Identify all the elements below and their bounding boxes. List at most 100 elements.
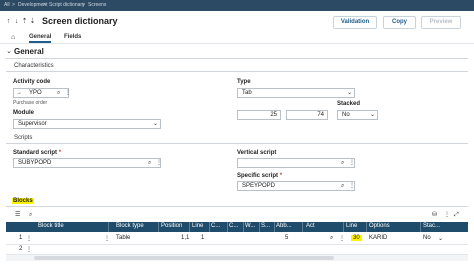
module-value: Supervisor xyxy=(18,121,47,127)
collapse-chevron-icon[interactable]: ⌄ xyxy=(6,47,12,56)
activity-code-label: Activity code xyxy=(13,79,51,85)
breadcrumb-item-script-dictionary[interactable]: Script dictionary xyxy=(49,2,85,8)
more-icon[interactable]: ⋮ xyxy=(444,211,450,219)
row-more-icon[interactable]: ⋮ xyxy=(104,235,110,242)
scrollbar-thumb[interactable] xyxy=(34,256,334,260)
block-type-cell[interactable]: Table xyxy=(116,235,130,241)
activity-code-value: YPO xyxy=(29,90,42,96)
col-separator xyxy=(227,222,228,232)
line2-cell[interactable]: 30 xyxy=(351,235,362,241)
chevron-down-icon[interactable]: ⌄ xyxy=(438,235,443,242)
title-bar: ↑ ↓ ⇡ ⇣ Screen dictionary Validation Cop… xyxy=(0,11,474,33)
database-icon[interactable]: ⛁ xyxy=(432,211,437,219)
col-position[interactable]: Position xyxy=(161,223,182,229)
s-cell[interactable]: 5 xyxy=(285,235,288,241)
row-number: 1 xyxy=(19,235,23,241)
last-record-icon[interactable]: ⇣ xyxy=(29,17,36,26)
more-icon[interactable]: ⋮ xyxy=(156,159,162,167)
col-w[interactable]: W... xyxy=(245,223,255,229)
table-row[interactable]: 2 ⋮ xyxy=(6,245,468,255)
col-s[interactable]: S... xyxy=(261,223,270,229)
next-icon[interactable]: ↓ xyxy=(13,17,20,26)
options-cell[interactable]: KARID xyxy=(369,235,387,241)
specific-script-label: Specific script * xyxy=(237,173,282,179)
scripts-header: Scripts xyxy=(6,133,468,144)
vertical-script-field[interactable]: ⌕ ⋮ xyxy=(237,158,355,168)
col-separator xyxy=(343,222,344,232)
col-separator xyxy=(420,222,421,232)
required-marker: * xyxy=(279,173,283,179)
width-value: 25 xyxy=(270,112,277,118)
expand-icon[interactable]: ⤢ xyxy=(454,211,459,219)
home-icon[interactable]: ⌂ xyxy=(11,34,15,41)
type-value: Tab xyxy=(242,90,252,96)
row-more-icon[interactable]: ⋮ xyxy=(339,235,345,242)
breadcrumb-item-screens[interactable]: Screens xyxy=(88,2,106,8)
search-icon[interactable]: ⌕ xyxy=(330,235,333,242)
page-title: Screen dictionary xyxy=(42,16,118,26)
horizontal-scrollbar[interactable] xyxy=(6,255,468,261)
type-select[interactable]: Tab ⌄ xyxy=(237,88,355,98)
width-field[interactable]: 25 xyxy=(237,110,281,120)
specific-script-field[interactable]: SPEYPOPD ⌕ ⋮ xyxy=(237,181,355,191)
chevron-down-icon[interactable]: ⌄ xyxy=(153,120,158,128)
col-block-title[interactable]: Block title xyxy=(38,223,64,229)
search-icon[interactable]: ⌕ xyxy=(341,182,344,190)
search-icon[interactable]: ⌕ xyxy=(57,89,60,97)
row-menu-icon[interactable]: ⋮ xyxy=(26,246,32,253)
col-c2[interactable]: C... xyxy=(229,223,238,229)
col-act[interactable]: Act xyxy=(306,223,315,229)
general-section-header: ⌄ General xyxy=(6,45,468,59)
previous-icon[interactable]: ↑ xyxy=(5,17,12,26)
preview-button[interactable]: Preview xyxy=(421,16,461,29)
more-icon[interactable]: ⋮ xyxy=(349,159,355,167)
col-separator xyxy=(259,222,260,232)
characteristics-title: Characteristics xyxy=(14,63,54,69)
specific-script-label-text: Specific script xyxy=(237,173,279,179)
search-icon[interactable]: ⌕ xyxy=(148,159,151,167)
row-menu-icon[interactable]: ⋮ xyxy=(26,235,32,242)
grid-menu-icon[interactable]: ☰ xyxy=(15,211,20,219)
col-c1[interactable]: C... xyxy=(211,223,220,229)
tab-fields[interactable]: Fields xyxy=(64,34,81,40)
more-icon[interactable]: ⋮ xyxy=(65,89,71,97)
col-line[interactable]: Line xyxy=(192,223,203,229)
standard-script-field[interactable]: SUBYPOPD ⌕ ⋮ xyxy=(13,158,162,168)
col-separator xyxy=(366,222,367,232)
vertical-script-label: Vertical script xyxy=(237,150,277,156)
scripts-title: Scripts xyxy=(14,135,33,141)
first-record-icon[interactable]: ⇡ xyxy=(21,17,28,26)
col-stacked[interactable]: Stac... xyxy=(423,223,440,229)
activity-code-description: Purchase order xyxy=(13,100,48,106)
chevron-down-icon[interactable]: ⌄ xyxy=(370,111,375,119)
activity-code-field[interactable]: → YPO ⌕ ⋮ xyxy=(13,88,71,98)
breadcrumb-item-all[interactable]: All xyxy=(4,2,10,8)
col-options[interactable]: Options xyxy=(369,223,390,229)
blocks-toolbar: ☰ ⌕ ⛁ ⋮ ⤢ xyxy=(6,210,468,220)
position-cell[interactable]: 1,1 xyxy=(181,235,189,241)
line-cell[interactable]: 1 xyxy=(201,235,204,241)
general-section-title: General xyxy=(14,47,44,56)
table-row[interactable]: 1 ⋮ ⋮ Table 1,1 1 5 ⌕ ⋮ 30 KARID No ⌄ xyxy=(6,233,468,245)
breadcrumb-sep: > xyxy=(82,2,85,8)
stacked-value: No xyxy=(342,112,350,118)
col-line2[interactable]: Line xyxy=(346,223,357,229)
breadcrumb-sep: > xyxy=(12,2,15,8)
more-icon[interactable]: ⋮ xyxy=(349,182,355,190)
search-icon[interactable]: ⌕ xyxy=(341,159,344,167)
col-separator xyxy=(274,222,275,232)
height-field[interactable]: 74 xyxy=(286,110,328,120)
standard-script-value: SUBYPOPD xyxy=(18,160,52,166)
tab-general[interactable]: General xyxy=(29,34,52,43)
col-block-type[interactable]: Block type xyxy=(116,223,144,229)
chevron-down-icon[interactable]: ⌄ xyxy=(347,89,352,97)
link-arrow-icon[interactable]: → xyxy=(16,89,22,97)
breadcrumb-sep: > xyxy=(43,2,46,8)
module-select[interactable]: Supervisor ⌄ xyxy=(13,119,161,129)
col-abb[interactable]: Abb... xyxy=(276,223,292,229)
validation-button[interactable]: Validation xyxy=(333,16,377,29)
search-icon[interactable]: ⌕ xyxy=(29,211,32,219)
copy-button[interactable]: Copy xyxy=(383,16,416,29)
stacked-select[interactable]: No ⌄ xyxy=(337,110,378,120)
stacked-cell[interactable]: No xyxy=(423,235,431,241)
